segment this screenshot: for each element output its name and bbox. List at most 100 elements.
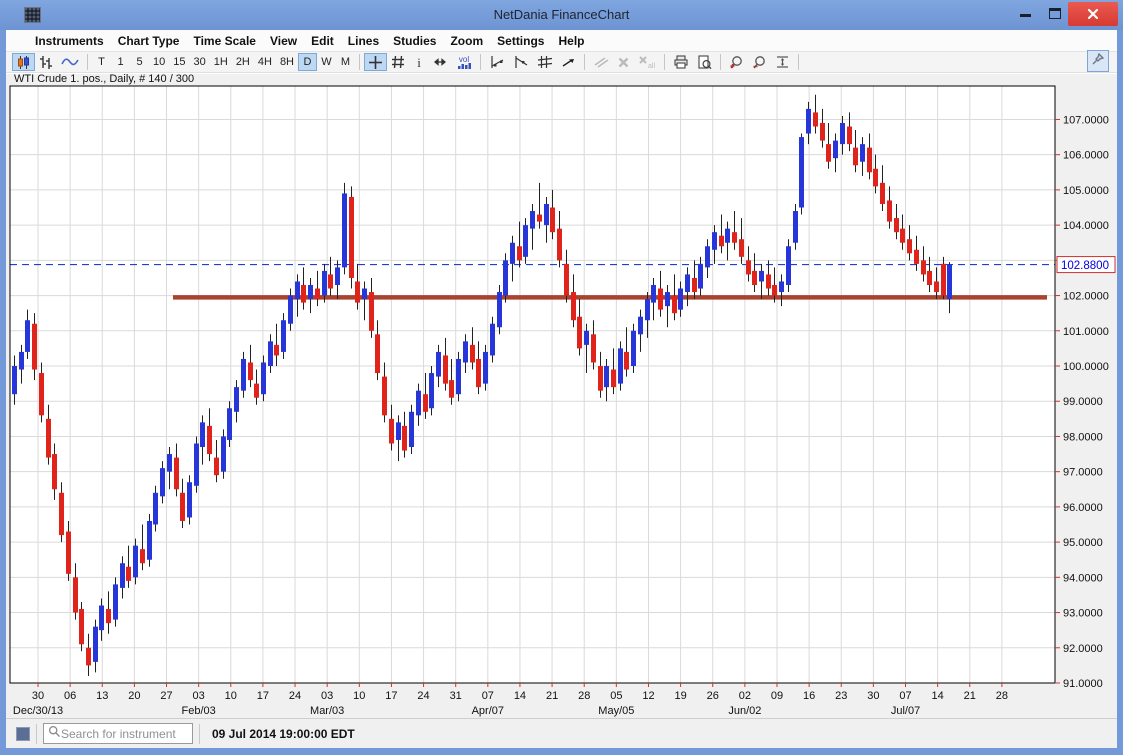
candle-up xyxy=(261,362,266,394)
trendline-angle-button[interactable] xyxy=(509,53,533,71)
delete-all-lines-button[interactable]: all xyxy=(634,53,660,71)
pin-button[interactable] xyxy=(1087,50,1109,72)
candle-down xyxy=(732,232,737,243)
menu-item-chart-type[interactable]: Chart Type xyxy=(111,32,187,50)
horizontal-scale-button[interactable] xyxy=(428,53,452,71)
line-chart-button[interactable] xyxy=(57,53,83,71)
timescale-w-button[interactable]: W xyxy=(317,53,336,71)
timescale-1h-button[interactable]: 1H xyxy=(210,53,232,71)
zoom-out-button[interactable] xyxy=(748,53,771,71)
candle-up xyxy=(295,281,300,299)
y-axis-label: 104.0000 xyxy=(1063,220,1109,232)
trendline-button[interactable] xyxy=(485,53,509,71)
x-axis-week-label: 28 xyxy=(578,690,590,702)
candle-up xyxy=(322,271,327,296)
candle-up xyxy=(221,436,226,471)
menu-item-help[interactable]: Help xyxy=(551,32,591,50)
divider xyxy=(36,724,37,744)
chart-region: WTI Crude 1. pos., Daily, # 140 / 300 10… xyxy=(6,74,1117,718)
timescale-2h-button[interactable]: 2H xyxy=(232,53,254,71)
print-button[interactable] xyxy=(669,53,693,71)
price-chart[interactable]: 107.0000106.0000105.0000104.0000103.0000… xyxy=(6,74,1117,718)
window-title: NetDania FinanceChart xyxy=(0,7,1123,22)
candle-up xyxy=(833,141,838,159)
candle-up xyxy=(530,211,535,229)
candle-down xyxy=(564,264,569,296)
menu-bar: InstrumentsChart TypeTime ScaleViewEditL… xyxy=(6,30,1117,51)
menu-item-settings[interactable]: Settings xyxy=(490,32,551,50)
menu-item-time-scale[interactable]: Time Scale xyxy=(186,32,262,50)
y-axis-label: 100.0000 xyxy=(1063,361,1109,373)
timescale-m-button[interactable]: M xyxy=(336,53,355,71)
menu-item-instruments[interactable]: Instruments xyxy=(28,32,111,50)
search-input[interactable] xyxy=(61,727,179,741)
candle-up xyxy=(497,292,502,327)
grid-button[interactable] xyxy=(387,53,409,71)
maximize-icon[interactable] xyxy=(1049,8,1061,19)
title-bar[interactable]: NetDania FinanceChart xyxy=(0,0,1123,30)
toolbar-separator xyxy=(87,54,88,70)
zoom-in-button[interactable] xyxy=(725,53,748,71)
zoom-in-icon xyxy=(729,55,744,70)
arrow-line-button[interactable] xyxy=(557,53,580,71)
menu-item-zoom[interactable]: Zoom xyxy=(443,32,490,50)
delete-line-button[interactable] xyxy=(613,53,634,71)
candle-up xyxy=(99,606,104,631)
menu-item-edit[interactable]: Edit xyxy=(304,32,341,50)
candle-up xyxy=(409,412,414,447)
candle-up xyxy=(779,281,784,292)
candle-down xyxy=(140,549,145,563)
x-axis-week-label: 12 xyxy=(642,690,654,702)
minimize-icon[interactable] xyxy=(1020,14,1031,17)
candle-down xyxy=(79,609,84,644)
menu-item-view[interactable]: View xyxy=(263,32,304,50)
instrument-color-swatch[interactable] xyxy=(16,727,30,741)
timescale-5-button[interactable]: 5 xyxy=(130,53,149,71)
timescale-8h-button[interactable]: 8H xyxy=(276,53,298,71)
candlestick-button[interactable] xyxy=(12,53,35,71)
candle-up xyxy=(362,289,367,300)
timescale-1-button[interactable]: 1 xyxy=(111,53,130,71)
candle-down xyxy=(847,127,852,145)
x-axis-week-label: 14 xyxy=(932,690,944,702)
print-preview-button[interactable] xyxy=(693,53,716,71)
parallel-lines-button[interactable] xyxy=(589,53,613,71)
candle-down xyxy=(746,260,751,274)
candle-down xyxy=(658,289,663,310)
menu-item-studies[interactable]: Studies xyxy=(386,32,443,50)
timescale-10-button[interactable]: 10 xyxy=(149,53,169,71)
candle-down xyxy=(449,380,454,398)
timescale-30-button[interactable]: 30 xyxy=(190,53,210,71)
close-button[interactable] xyxy=(1068,2,1118,26)
y-axis-label: 96.0000 xyxy=(1063,502,1103,514)
crosshair-button[interactable] xyxy=(364,53,387,71)
candle-up xyxy=(665,292,670,306)
candle-down xyxy=(611,370,616,388)
x-axis-week-label: 21 xyxy=(964,690,976,702)
status-bar: 09 Jul 2014 19:00:00 EDT xyxy=(6,718,1117,748)
candle-up xyxy=(93,627,98,662)
toolbar-separator xyxy=(664,54,665,70)
instrument-search-box[interactable] xyxy=(43,723,193,744)
svg-text:vol: vol xyxy=(459,55,469,64)
candle-up xyxy=(483,352,488,384)
candle-down xyxy=(423,394,428,412)
timescale-15-button[interactable]: 15 xyxy=(169,53,189,71)
candle-down xyxy=(941,264,946,296)
x-axis-month-label: May/05 xyxy=(598,705,634,717)
timescale-d-button[interactable]: D xyxy=(298,53,317,71)
candle-down xyxy=(894,218,899,232)
channel-lines-button[interactable] xyxy=(533,53,557,71)
toolbar-separator xyxy=(359,54,360,70)
candle-up xyxy=(645,299,650,320)
timescale-t-button[interactable]: T xyxy=(92,53,111,71)
volume-button[interactable]: vol xyxy=(452,53,476,71)
candle-down xyxy=(921,260,926,274)
pin-icon xyxy=(1091,52,1105,71)
info-button[interactable]: i xyxy=(409,53,428,71)
ohlc-bars-button[interactable] xyxy=(35,53,57,71)
timescale-4h-button[interactable]: 4H xyxy=(254,53,276,71)
menu-item-lines[interactable]: Lines xyxy=(341,32,386,50)
grid-icon xyxy=(391,55,405,69)
fit-vertical-button[interactable] xyxy=(771,53,794,71)
